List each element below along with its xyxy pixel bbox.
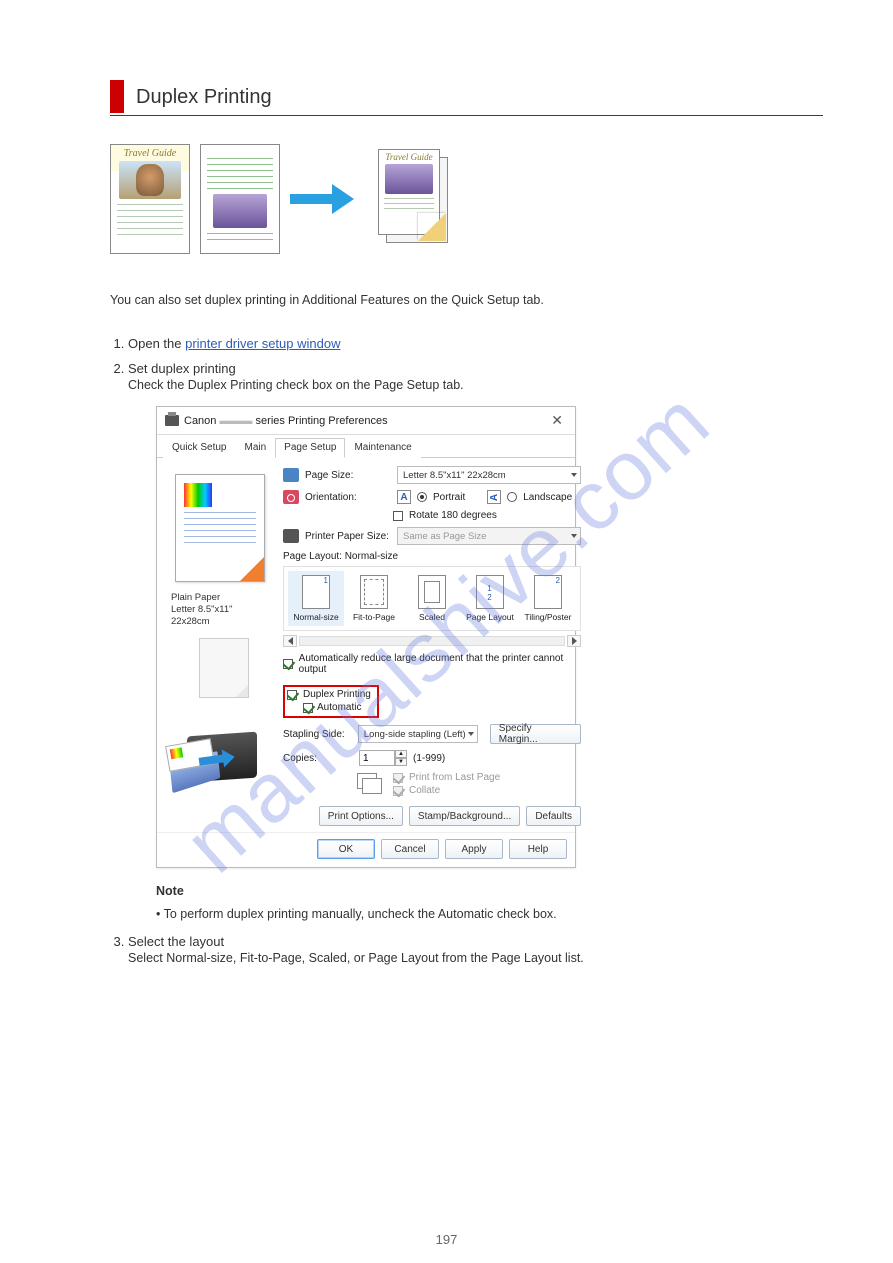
auto-reduce-checkbox[interactable] (283, 659, 293, 669)
illustration-page-back (200, 144, 280, 254)
duplex-checkbox[interactable] (287, 690, 297, 700)
layout-fit-to-page[interactable]: Fit-to-Page (346, 571, 402, 626)
stamp-background-button[interactable]: Stamp/Background... (409, 806, 520, 826)
printer-paper-size-icon (283, 529, 299, 543)
tab-page-setup[interactable]: Page Setup (275, 438, 345, 458)
step-2-title: Set duplex printing (128, 361, 236, 376)
portrait-label: Portrait (433, 492, 465, 503)
page-number: 197 (0, 1232, 893, 1247)
document-page: Duplex Printing Travel Guide (0, 0, 893, 1015)
copies-label: Copies: (283, 753, 353, 764)
step-3: Select the layout Select Normal-size, Fi… (128, 934, 823, 965)
highlight-box: Duplex Printing Automatic (283, 685, 379, 718)
step-2: Set duplex printing Check the Duplex Pri… (128, 361, 823, 924)
print-preferences-dialog: Canon ▬▬▬ series Printing Preferences ✕ … (156, 406, 576, 868)
printer-paper-size-dropdown: Same as Page Size (397, 527, 581, 545)
scroll-left-button[interactable] (283, 635, 297, 647)
step-1-prefix: Open the (128, 336, 185, 351)
tab-main[interactable]: Main (235, 438, 275, 458)
chevron-down-icon (468, 732, 474, 736)
preview-back-thumb (199, 638, 249, 698)
rotate-180-checkbox[interactable] (393, 511, 403, 521)
page-size-label: Page Size: (305, 470, 391, 481)
layout-normal-size[interactable]: Normal-size (288, 571, 344, 626)
layout-tiling-poster[interactable]: Tiling/Poster (520, 571, 576, 626)
illustration-page-front: Travel Guide (110, 144, 190, 254)
step-2-body: Check the Duplex Printing check box on t… (128, 378, 823, 392)
collate-icon (357, 773, 383, 795)
dialog-footer-buttons: OK Cancel Apply Help (157, 832, 575, 867)
preview-caption: Plain Paper Letter 8.5"x11" 22x28cm (165, 588, 275, 636)
copies-spinner[interactable]: ▲▼ (359, 750, 407, 766)
print-last-page-checkbox (393, 773, 403, 783)
layout-scaled[interactable]: Scaled (404, 571, 460, 626)
close-icon[interactable]: ✕ (547, 412, 567, 429)
heading-row: Duplex Printing (110, 80, 823, 113)
apply-button[interactable]: Apply (445, 839, 503, 859)
automatic-checkbox[interactable] (303, 703, 313, 713)
landscape-radio[interactable] (507, 492, 517, 502)
tab-maintenance[interactable]: Maintenance (345, 438, 420, 458)
automatic-label: Automatic (317, 702, 361, 713)
portrait-glyph-icon: A (397, 490, 411, 504)
chevron-down-icon (571, 473, 577, 477)
printer-icon (165, 415, 179, 426)
dialog-titlebar: Canon ▬▬▬ series Printing Preferences ✕ (157, 407, 575, 435)
landscape-glyph-icon: A (487, 490, 501, 504)
chevron-down-icon (571, 534, 577, 538)
step-3-body: Select Normal-size, Fit-to-Page, Scaled,… (128, 951, 823, 965)
copies-input[interactable] (359, 750, 395, 766)
heading-underline (110, 115, 823, 116)
illustration-page-duplex: Travel Guide (378, 149, 450, 249)
page-title: Duplex Printing (136, 80, 823, 113)
intro-text: You can also set duplex printing in Addi… (110, 290, 823, 310)
note-body: • To perform duplex printing manually, u… (156, 905, 823, 924)
orientation-label: Orientation: (305, 492, 391, 503)
auto-reduce-label: Automatically reduce large document that… (299, 653, 581, 675)
step-1: Open the printer driver setup window (128, 336, 823, 351)
stapling-side-dropdown[interactable]: Long-side stapling (Left) (358, 725, 478, 743)
specify-margin-button[interactable]: Specify Margin... (490, 724, 581, 744)
collate-label: Collate (409, 785, 440, 796)
cancel-button[interactable]: Cancel (381, 839, 439, 859)
layout-scrollbar[interactable] (283, 635, 581, 647)
page-layout-label: Page Layout: Normal-size (283, 551, 581, 562)
duplex-label: Duplex Printing (303, 689, 371, 700)
print-options-button[interactable]: Print Options... (319, 806, 403, 826)
step-3-title: Select the layout (128, 934, 224, 949)
illustration: Travel Guide T (110, 144, 823, 254)
stapling-side-label: Stapling Side: (283, 729, 352, 740)
steps-list: Open the printer driver setup window Set… (110, 336, 823, 965)
dialog-title: Canon ▬▬▬ series Printing Preferences (184, 415, 388, 427)
tab-quick-setup[interactable]: Quick Setup (163, 438, 235, 458)
scroll-right-button[interactable] (567, 635, 581, 647)
preview-printer-graphic (165, 706, 275, 794)
landscape-label: Landscape (523, 492, 572, 503)
preview-page (175, 474, 265, 582)
help-button[interactable]: Help (509, 839, 567, 859)
collate-checkbox (393, 786, 403, 796)
rotate-180-label: Rotate 180 degrees (409, 510, 497, 521)
driver-setup-link[interactable]: printer driver setup window (185, 336, 340, 351)
spin-up-icon[interactable]: ▲ (395, 750, 407, 758)
note-block: Note • To perform duplex printing manual… (156, 882, 823, 924)
defaults-button[interactable]: Defaults (526, 806, 581, 826)
inner-button-row: Print Options... Stamp/Background... Def… (283, 802, 581, 826)
print-last-page-label: Print from Last Page (409, 772, 500, 783)
heading-bar (110, 80, 124, 113)
ok-button[interactable]: OK (317, 839, 375, 859)
note-heading: Note (156, 882, 823, 901)
portrait-radio[interactable] (417, 492, 427, 502)
page-size-icon (283, 468, 299, 482)
orientation-icon (283, 490, 299, 504)
printer-paper-size-label: Printer Paper Size: (305, 531, 391, 542)
dialog-tabs: Quick Setup Main Page Setup Maintenance (157, 437, 575, 458)
page-size-dropdown[interactable]: Letter 8.5"x11" 22x28cm (397, 466, 581, 484)
page-layout-options: Normal-size Fit-to-Page Scaled Page Layo… (283, 566, 581, 631)
layout-page-layout[interactable]: Page Layout (462, 571, 518, 626)
arrow-icon (290, 184, 358, 214)
spin-down-icon[interactable]: ▼ (395, 758, 407, 766)
copies-range: (1-999) (413, 753, 445, 764)
